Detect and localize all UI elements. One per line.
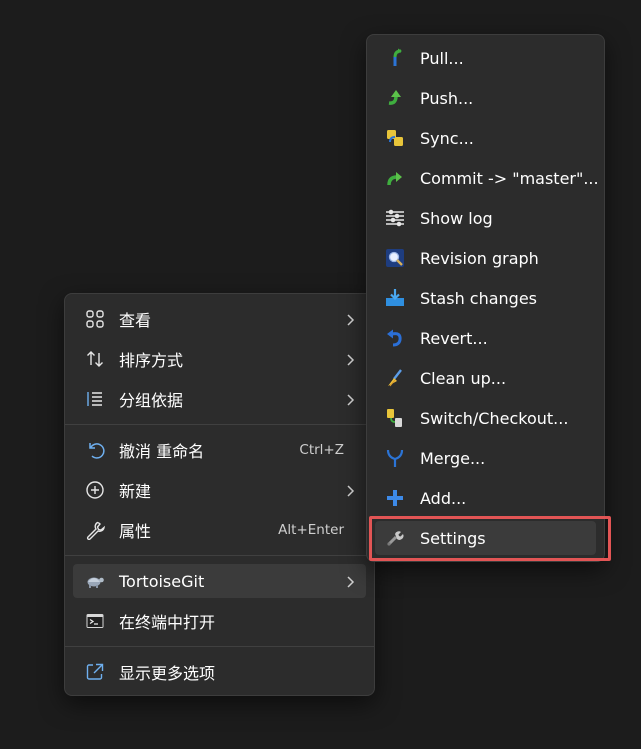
menu-separator [65,646,374,647]
chevron-right-icon [344,483,356,502]
menu-item-label: 撤消 重命名 [119,442,205,461]
sync-icon [385,128,405,148]
submenu-item-label: Pull... [420,48,464,68]
shortcut-label: Alt+Enter [278,522,344,538]
submenu-item-sync[interactable]: Sync... [375,121,596,155]
menu-item-tortoisegit[interactable]: TortoiseGit [73,564,366,598]
submenu-item-label: Switch/Checkout... [420,408,569,428]
shortcut-label: Ctrl+Z [299,442,344,458]
menu-item-view[interactable]: 查看 [73,302,366,336]
submenu-item-label: Clean up... [420,368,507,388]
new-plus-icon [85,480,105,500]
submenu-item-label: Sync... [420,128,474,148]
submenu-item-settings[interactable]: Settings [375,521,596,555]
undo-icon [85,440,105,460]
pull-icon [385,48,405,68]
menu-item-open-in-terminal[interactable]: 在终端中打开 [73,604,366,638]
cleanup-broom-icon [385,368,405,388]
stash-icon [385,288,405,308]
submenu-item-merge[interactable]: Merge... [375,441,596,475]
add-plus-icon [385,488,405,508]
merge-icon [385,448,405,468]
chevron-right-icon [344,392,356,411]
group-by-icon [85,389,105,409]
menu-item-undo-rename[interactable]: 撤消 重命名 Ctrl+Z [73,433,366,467]
submenu-item-label: Revert... [420,328,488,348]
menu-item-label: 显示更多选项 [119,664,216,683]
menu-item-label: TortoiseGit [119,571,205,591]
submenu-item-clean-up[interactable]: Clean up... [375,361,596,395]
tortoisegit-submenu: Pull... Push... Sync... Commit -> "maste… [366,34,605,562]
menu-item-sort-by[interactable]: 排序方式 [73,342,366,376]
submenu-item-label: Add... [420,488,467,508]
show-log-icon [385,208,405,228]
submenu-item-label: Commit -> "master"... [420,168,599,188]
submenu-item-label: Push... [420,88,474,108]
menu-item-label: 在终端中打开 [119,613,216,632]
context-menu: 查看 排序方式 分组依据 撤消 重命名 Ctrl+Z 新建 属性 Alt+Ent… [64,293,375,696]
menu-item-show-more-options[interactable]: 显示更多选项 [73,655,366,689]
settings-wrench-icon [385,528,405,548]
menu-separator [65,555,374,556]
menu-item-label: 分组依据 [119,391,184,410]
menu-item-new[interactable]: 新建 [73,473,366,507]
tortoisegit-icon [85,571,105,591]
submenu-item-label: Revision graph [420,248,539,268]
submenu-item-revert[interactable]: Revert... [375,321,596,355]
submenu-item-stash-changes[interactable]: Stash changes [375,281,596,315]
chevron-right-icon [344,352,356,371]
commit-icon [385,168,405,188]
chevron-right-icon [344,312,356,331]
submenu-item-label: Show log [420,208,493,228]
revision-graph-icon [385,248,405,268]
menu-item-label: 排序方式 [119,351,184,370]
menu-item-group-by[interactable]: 分组依据 [73,382,366,416]
menu-item-label: 新建 [119,482,152,501]
submenu-item-label: Settings [420,528,486,548]
submenu-item-switch-checkout[interactable]: Switch/Checkout... [375,401,596,435]
push-icon [385,88,405,108]
wrench-icon [85,520,105,540]
submenu-item-commit[interactable]: Commit -> "master"... [375,161,599,195]
submenu-item-add[interactable]: Add... [375,481,596,515]
submenu-item-push[interactable]: Push... [375,81,596,115]
menu-item-properties[interactable]: 属性 Alt+Enter [73,513,366,547]
submenu-item-pull[interactable]: Pull... [375,41,596,75]
terminal-icon [85,611,105,631]
chevron-right-icon [344,574,356,593]
submenu-item-revision-graph[interactable]: Revision graph [375,241,596,275]
menu-item-label: 查看 [119,311,152,330]
revert-icon [385,328,405,348]
menu-item-label: 属性 [119,522,152,541]
submenu-item-label: Merge... [420,448,486,468]
menu-separator [65,424,374,425]
submenu-item-label: Stash changes [420,288,538,308]
show-more-options-icon [85,662,105,682]
sort-icon [85,349,105,369]
submenu-item-show-log[interactable]: Show log [375,201,596,235]
view-grid-icon [85,309,105,329]
switch-checkout-icon [385,408,405,428]
